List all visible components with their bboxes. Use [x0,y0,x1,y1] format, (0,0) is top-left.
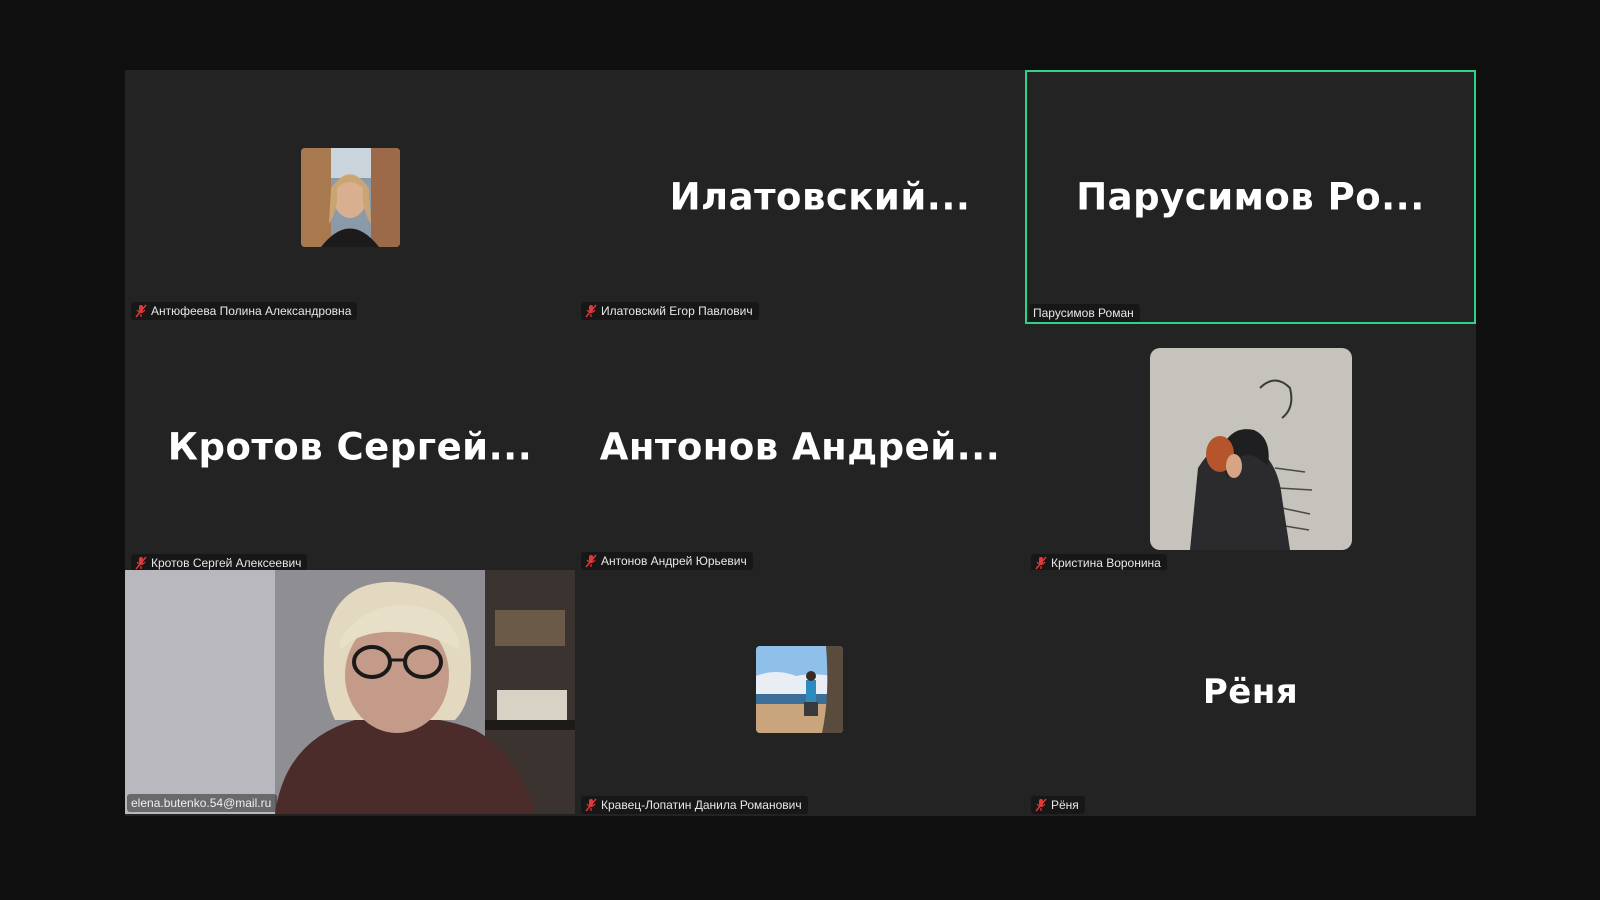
profile-photo [1150,348,1352,550]
profile-photo [756,646,843,733]
mic-muted-icon [585,304,597,318]
participant-tile[interactable]: Антонов Андрей... Антонов Андрей Юрьевич [575,324,1025,570]
participant-tile[interactable]: Кристина Воронина [1025,324,1476,570]
participant-tile[interactable]: Кротов Сергей... Кротов Сергей Алексееви… [125,324,575,570]
participant-tile-active-speaker[interactable]: Парусимов Ро... Парусимов Роман [1025,70,1476,324]
meeting-window: Антюфеева Полина Александровна Илатовски… [0,0,1600,900]
mic-muted-icon [585,554,597,568]
participant-tile-video[interactable]: elena.butenko.54@mail.ru [125,570,575,814]
participant-tile[interactable]: Кравец-Лопатин Данила Романович [575,570,1025,814]
mic-muted-icon [135,304,147,318]
participant-name: elena.butenko.54@mail.ru [131,796,272,810]
participant-tile[interactable]: Антюфеева Полина Александровна [125,70,575,324]
gallery-view: Антюфеева Полина Александровна Илатовски… [125,70,1476,816]
participant-name: Антонов Андрей Юрьевич [601,554,747,568]
participant-nameplate: Кравец-Лопатин Данила Романович [581,796,808,814]
participant-display-name: Кротов Сергей... [167,425,533,469]
participant-name: Кротов Сергей Алексеевич [151,556,302,570]
mic-muted-icon [135,556,147,570]
participant-display-name: Рёня [1202,672,1299,712]
participant-name: Парусимов Роман [1033,306,1134,320]
participant-name: Кристина Воронина [1051,556,1161,570]
participant-name: Кравец-Лопатин Данила Романович [601,798,802,812]
participant-display-name: Илатовский... [669,175,971,219]
participant-display-name: Парусимов Ро... [1076,175,1425,219]
participant-nameplate: Илатовский Егор Павлович [581,302,759,320]
participant-nameplate: Кристина Воронина [1031,554,1167,570]
participant-nameplate: Кротов Сергей Алексеевич [131,554,308,570]
participant-nameplate: Антонов Андрей Юрьевич [581,552,753,570]
participant-name: Рёня [1051,798,1079,812]
participant-name: Антюфеева Полина Александровна [151,304,352,318]
participant-nameplate: Рёня [1031,796,1085,814]
participant-display-name: Антонов Андрей... [599,425,1001,469]
mic-muted-icon [585,798,597,812]
participant-nameplate: Антюфеева Полина Александровна [131,302,358,320]
participant-video-feed [125,570,575,814]
participant-tile[interactable]: Рёня Рёня [1025,570,1476,814]
participant-name: Илатовский Егор Павлович [601,304,753,318]
participant-nameplate: elena.butenko.54@mail.ru [127,794,278,812]
mic-muted-icon [1035,556,1047,570]
participant-tile[interactable]: Илатовский... Илатовский Егор Павлович [575,70,1025,324]
participant-nameplate: Парусимов Роман [1029,304,1140,322]
mic-muted-icon [1035,798,1047,812]
profile-photo [301,148,400,247]
